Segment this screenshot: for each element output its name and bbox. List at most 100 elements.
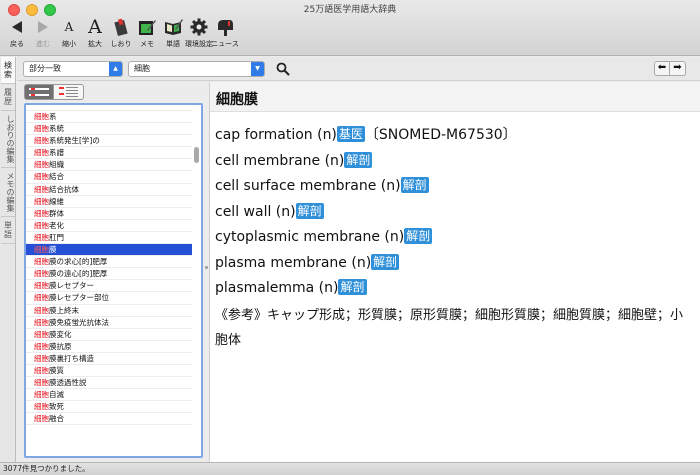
memo-icon <box>135 16 159 38</box>
list-item-text: 群体 <box>49 208 64 218</box>
list-item[interactable]: 細胞膜抗原 <box>26 341 192 353</box>
memo-button[interactable]: メモ <box>134 16 160 49</box>
search-mode-select[interactable]: 部分一致 ▲ <box>23 61 123 77</box>
font-smaller-button[interactable]: A 縮小 <box>56 16 82 49</box>
list-item-match: 細胞 <box>34 317 49 327</box>
entry-field-tag[interactable]: 解剖 <box>371 253 400 270</box>
tab-search-label-1: 検 <box>4 61 12 70</box>
list-item[interactable]: 細胞膜質 <box>26 365 192 378</box>
result-list[interactable]: 細胞系 細胞系統 細胞系統発生[学]の 細胞系譜 細胞組織 細胞結合 細胞結合抗体 細胞線維細… <box>24 103 203 458</box>
list-item-text: 膜レセプター <box>49 281 94 291</box>
entry-field-tag[interactable]: 解剖 <box>404 228 433 244</box>
list-item[interactable]: 細胞膜透過性説 <box>26 377 192 390</box>
list-item-text: 系譜 <box>49 148 64 158</box>
list-item-match: 細胞 <box>34 378 49 388</box>
list-item-text: 結合 <box>49 172 64 182</box>
tab-memo-edit[interactable]: メモの編集 <box>1 168 15 217</box>
list-item-match: 細胞 <box>34 414 49 424</box>
list-view-button[interactable] <box>24 84 54 100</box>
list-item[interactable]: 細胞線維 <box>26 196 192 208</box>
preferences-button[interactable]: 環境設定 <box>185 16 213 49</box>
list-item[interactable]: 細胞群体 <box>26 208 192 220</box>
list-item[interactable]: 細胞膜免疫蛍光抗体法 <box>26 317 192 329</box>
definition-entry: cell membrane (n) 解剖 <box>215 150 695 176</box>
entry-field-tag[interactable]: 解剖 <box>338 279 367 295</box>
bookmark-icon <box>109 16 133 38</box>
tab-search-label-2: 索 <box>4 70 12 79</box>
tab-wordbook-label-1: 単 <box>4 221 12 230</box>
next-entry-button[interactable]: ➡ <box>670 61 686 76</box>
headword-bar: 細胞膜 <box>210 82 700 112</box>
entry-field-tag[interactable]: 解剖 <box>295 202 324 219</box>
forward-label: 進む <box>36 40 50 48</box>
list-item[interactable]: 細胞膜 <box>26 244 192 257</box>
list-item[interactable]: 細胞系統発生[学]の <box>26 135 192 148</box>
back-arrow-icon <box>5 16 29 38</box>
entry-term: cell surface membrane (n) <box>215 178 401 194</box>
list-item-text: 膜質 <box>49 365 64 375</box>
news-button[interactable]: ニュース <box>211 16 239 49</box>
reference-text: 《参考》キャップ形成；形質膜；原形質膜；細胞形質膜；細胞質膜；細胞壁；小胞体 <box>215 307 684 348</box>
forward-button[interactable]: 進む <box>30 16 56 49</box>
list-item-match: 細胞 <box>34 112 49 121</box>
entry-term: cell wall (n) <box>215 203 296 220</box>
wordbook-button[interactable]: 単語 <box>160 16 186 49</box>
list-item[interactable]: 細胞自滅 <box>26 389 192 402</box>
list-item-text: 膜の遠心[的]肥厚 <box>49 269 108 279</box>
list-item[interactable]: 細胞系譜 <box>26 147 192 160</box>
list-item-text: 組織 <box>49 160 64 170</box>
list-item-match: 細胞 <box>34 341 49 351</box>
search-query: 細胞 <box>134 64 150 73</box>
list-item-match: 細胞 <box>34 269 49 279</box>
list-item-text: 融合 <box>49 414 64 424</box>
list-item-match: 細胞 <box>34 160 49 170</box>
entry-field-tag[interactable]: 解剖 <box>400 177 429 193</box>
list-item-match: 細胞 <box>34 220 49 230</box>
gear-icon <box>187 16 211 38</box>
list-item-match: 細胞 <box>34 257 49 267</box>
list-item[interactable]: 細胞膜の求心[的]肥厚 <box>26 256 192 269</box>
search-mode-value: 部分一致 <box>29 64 61 73</box>
list-item[interactable]: 細胞膜レセプター <box>26 280 192 293</box>
list-item[interactable]: 細胞融合 <box>26 413 192 426</box>
tab-search[interactable]: 検 索 <box>1 57 15 84</box>
list-item[interactable]: 細胞膜の遠心[的]肥厚 <box>26 268 192 281</box>
list-scrollbar[interactable] <box>194 147 199 163</box>
list-item[interactable]: 細胞老化 <box>26 220 192 232</box>
list-item[interactable]: 細胞系統 <box>26 123 192 136</box>
tab-history-label-2: 歴 <box>4 97 12 106</box>
list-item-match: 細胞 <box>34 136 49 146</box>
entry-term: cap formation (n) <box>215 127 337 143</box>
list-item-text: 致死 <box>49 402 64 412</box>
bookmark-button[interactable]: しおり <box>108 16 134 49</box>
tab-wordbook[interactable]: 単 語 <box>1 217 15 244</box>
search-button[interactable] <box>274 60 292 78</box>
list-item-match: 細胞 <box>34 353 49 363</box>
list-item[interactable]: 細胞膜変化 <box>26 329 192 341</box>
search-input[interactable]: 細胞 ▼ <box>128 61 265 77</box>
prev-entry-button[interactable]: ⬅ <box>654 61 670 76</box>
list-item[interactable]: 細胞結合抗体 <box>26 184 192 196</box>
list-item[interactable]: 細胞組織 <box>26 159 192 172</box>
back-button[interactable]: 戻る <box>4 16 30 49</box>
font-larger-button[interactable]: A 拡大 <box>82 16 108 49</box>
chevron-down-icon[interactable]: ▼ <box>251 62 264 76</box>
list-item-match: 細胞 <box>34 232 49 242</box>
wordbook-icon <box>161 16 185 38</box>
entry-field-tag[interactable]: 基医 <box>336 126 365 142</box>
list-item[interactable]: 細胞致死 <box>26 401 192 414</box>
entry-field-tag[interactable]: 解剖 <box>344 151 373 168</box>
list-item[interactable]: 細胞膜上終末 <box>26 305 192 317</box>
list-item[interactable]: 細胞結合 <box>26 171 192 184</box>
list-item[interactable]: 細胞膜裏打ち構造 <box>26 353 192 365</box>
tab-history[interactable]: 履 歴 <box>1 84 15 111</box>
tab-history-label-1: 履 <box>4 88 12 97</box>
detail-view-button[interactable] <box>54 84 84 100</box>
list-item[interactable]: 細胞系 <box>26 111 192 124</box>
definition-entry: cell wall (n) 解剖 <box>215 201 695 227</box>
list-item[interactable]: 細胞肛門 <box>26 232 192 245</box>
definition-entry: cytoplasmic membrane (n) 解剖 <box>215 226 695 252</box>
mailbox-icon <box>213 16 237 38</box>
list-item[interactable]: 細胞膜レセプター部位 <box>26 292 192 305</box>
tab-bookmark-edit[interactable]: しおりの編集 <box>1 111 15 168</box>
